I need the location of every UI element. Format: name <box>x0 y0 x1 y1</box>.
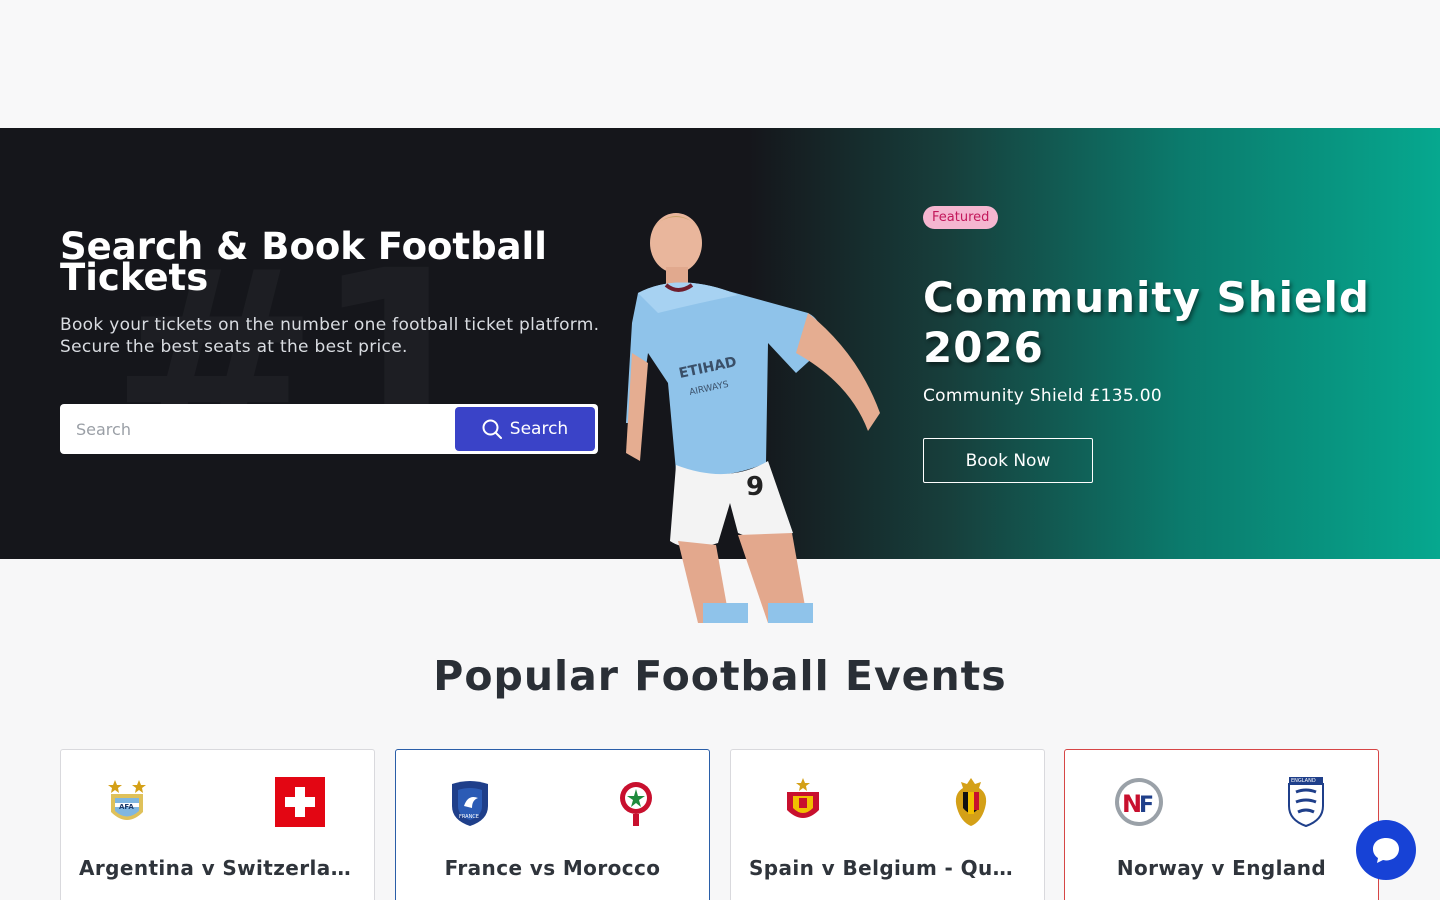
svg-text:AFA: AFA <box>119 803 134 811</box>
event-card[interactable]: FRANCE France vs Morocco <box>395 749 710 900</box>
search-button[interactable]: Search <box>455 407 595 451</box>
player-image: 9 ETIHAD AIRWAYS <box>626 213 880 623</box>
svg-text:9: 9 <box>746 472 764 502</box>
chat-button[interactable] <box>1356 820 1416 880</box>
hero-subtitle: Book your tickets on the number one foot… <box>60 315 600 357</box>
featured-event-price: Community Shield £135.00 <box>923 386 1162 406</box>
popular-events-title: Popular Football Events <box>433 652 1007 700</box>
switzerland-flag-icon <box>275 777 325 827</box>
spain-crest-icon <box>787 778 819 818</box>
hero-title: Search & Book Football Tickets <box>60 225 547 299</box>
featured-badge: Featured <box>923 206 999 229</box>
event-card-title: Norway v England <box>1116 856 1327 880</box>
argentina-crest-icon: AFA <box>108 780 146 820</box>
belgium-crest-icon <box>955 778 987 826</box>
morocco-crest-icon <box>620 782 652 826</box>
event-card[interactable]: AFA Argentina v Switzerland <box>60 749 375 900</box>
event-card[interactable]: Spain v Belgium - Quarter Final <box>730 749 1045 900</box>
event-card-title: Spain v Belgium - Quarter Final <box>749 856 1044 880</box>
chat-bubble-icon <box>1373 838 1399 863</box>
search-icon <box>482 419 502 439</box>
search-input[interactable] <box>60 404 455 454</box>
hero-banner: #1 Search & Book Football Tickets Book y… <box>0 128 1440 623</box>
england-crest-icon: ENGLAND <box>1288 777 1324 828</box>
event-card[interactable]: N F ENGLAND Norway v England <box>1064 749 1379 900</box>
top-header <box>0 0 1440 128</box>
svg-text:F: F <box>1139 793 1154 818</box>
popular-events-list: AFA Argentina v Switzerland FRANCE Franc… <box>60 749 1380 900</box>
svg-text:FRANCE: FRANCE <box>459 814 479 820</box>
search-bar: Search <box>60 404 598 454</box>
featured-event-title: Community Shield 2026 <box>923 273 1370 372</box>
book-now-button[interactable]: Book Now <box>923 438 1093 483</box>
norway-crest-icon: N F <box>1115 778 1163 826</box>
event-card-title: France vs Morocco <box>444 856 661 880</box>
search-button-label: Search <box>509 419 569 439</box>
event-card-title: Argentina v Switzerland <box>79 856 361 880</box>
france-crest-icon: FRANCE <box>452 781 488 826</box>
